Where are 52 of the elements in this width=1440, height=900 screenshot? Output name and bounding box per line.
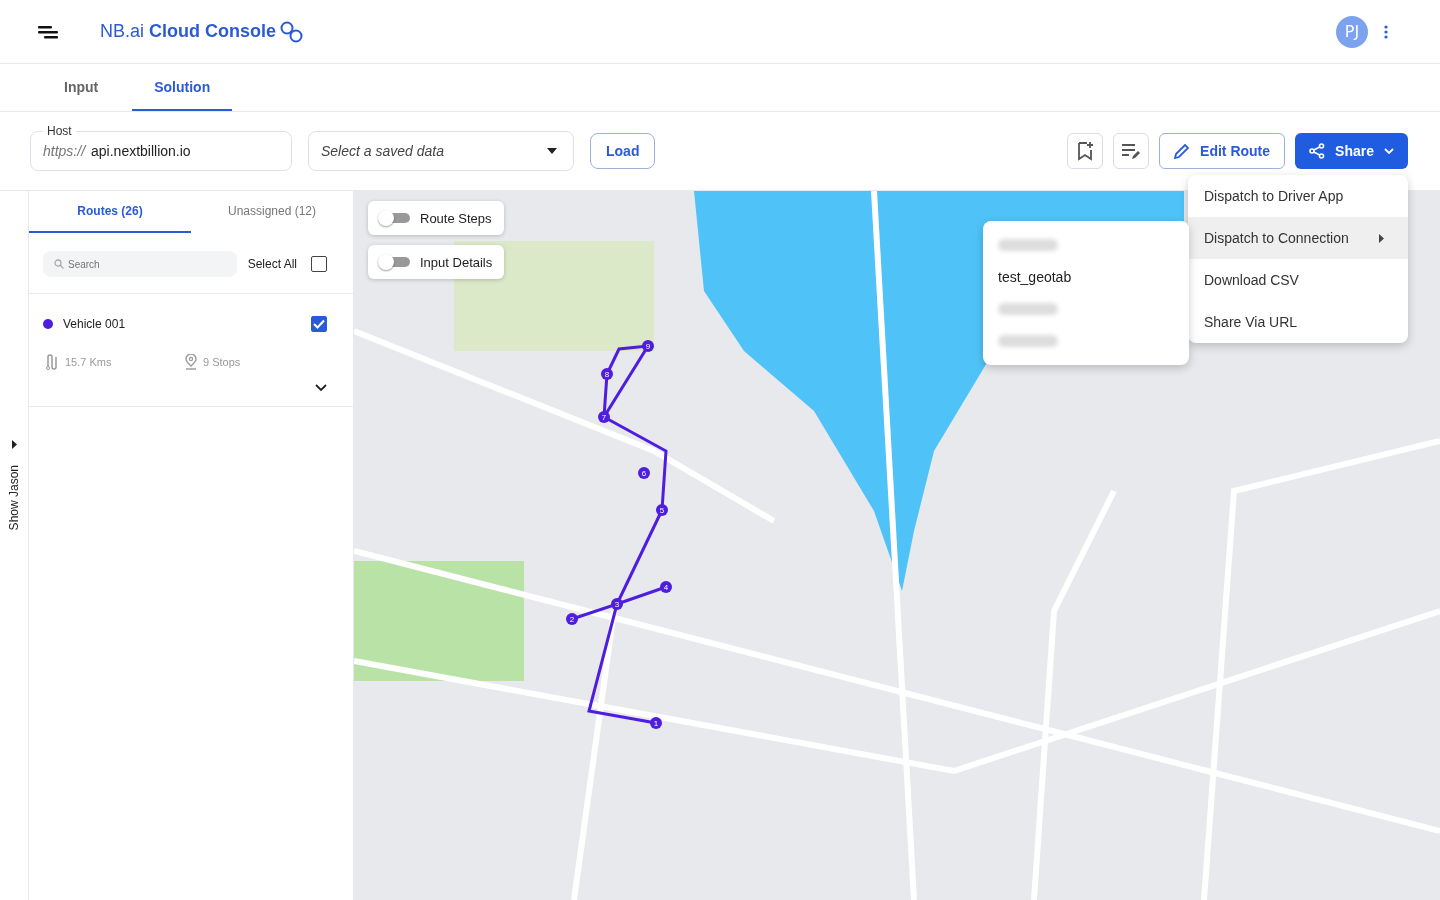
route-stop-marker[interactable]: 7 (598, 411, 610, 423)
share-icon (1309, 143, 1326, 159)
page-tab[interactable]: Input (30, 64, 133, 111)
host-value: api.nextbillion.io (91, 143, 191, 159)
map-toggle[interactable]: Input Details (368, 245, 505, 279)
bookmark-add-icon (1076, 141, 1095, 161)
saved-data-dropdown[interactable]: Select a saved data (308, 131, 574, 171)
show-json-toggle[interactable]: Show Jason (7, 465, 21, 531)
toggle-switch[interactable] (380, 213, 410, 223)
chevron-down-icon (1384, 148, 1394, 154)
panel-tab[interactable]: Unassigned (12) (191, 191, 353, 233)
menu-item[interactable]: Dispatch to Connection (1188, 217, 1408, 259)
route-stops: 9 Stops (203, 356, 241, 368)
route-stop-marker[interactable]: 1 (650, 717, 662, 729)
route-stop-marker[interactable]: 5 (656, 504, 668, 516)
expand-icon[interactable] (11, 440, 17, 450)
search-icon (54, 259, 64, 269)
bookmark-button[interactable] (1067, 133, 1104, 169)
menu-item[interactable]: test_geotab (983, 261, 1189, 293)
load-button[interactable]: Load (590, 133, 656, 169)
host-prefix: https:// (43, 143, 86, 159)
host-label: Host (43, 124, 76, 138)
caret-icon (547, 148, 557, 154)
route-stop-marker[interactable]: 3 (611, 598, 623, 610)
route-checkbox[interactable] (311, 316, 327, 332)
select-all-checkbox[interactable] (311, 256, 327, 272)
share-button[interactable]: Share (1295, 133, 1408, 169)
route-stop-marker[interactable]: 8 (601, 368, 613, 380)
app-logo: NB.ai Cloud Console (100, 21, 277, 42)
list-edit-icon (1121, 142, 1142, 160)
more-icon[interactable] (1384, 24, 1388, 39)
panel-tab[interactable]: Routes (26) (29, 191, 191, 233)
map-toggle[interactable]: Route Steps (368, 201, 504, 235)
edit-notes-button[interactable] (1113, 133, 1150, 169)
search-field[interactable]: Search (43, 251, 237, 277)
menu-item[interactable]: Share Via URL (1188, 301, 1408, 343)
chevron-down-icon[interactable] (315, 384, 327, 392)
location-pin-icon (185, 354, 197, 370)
route-icon (45, 354, 59, 370)
route-stop-marker[interactable]: 4 (660, 581, 672, 593)
route-distance: 15.7 Kms (65, 356, 113, 368)
menu-item[interactable]: Download CSV (1188, 259, 1408, 301)
pencil-icon (1174, 143, 1191, 159)
edit-route-button[interactable]: Edit Route (1159, 133, 1286, 169)
toggle-switch[interactable] (380, 257, 410, 267)
infinity-icon (280, 20, 305, 43)
menu-icon[interactable] (38, 24, 58, 39)
select-all-label: Select All (247, 257, 297, 271)
route-stop-marker[interactable]: 2 (566, 613, 578, 625)
page-tab[interactable]: Solution (132, 64, 233, 111)
vehicle-name: Vehicle 001 (63, 317, 126, 331)
route-stop-marker[interactable]: 6 (638, 467, 650, 479)
